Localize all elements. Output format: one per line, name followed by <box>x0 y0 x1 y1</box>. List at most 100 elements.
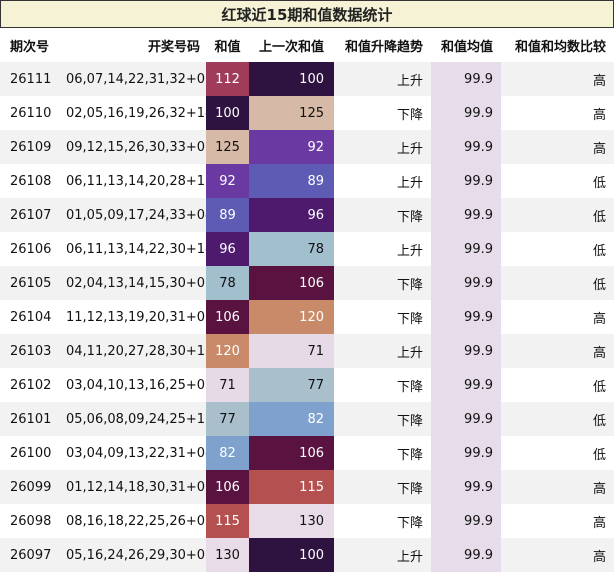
cell-trend: 下降 <box>334 368 431 402</box>
cell-avg: 99.9 <box>431 266 501 300</box>
cell-numbers: 04,11,20,27,28,30+15 <box>60 334 206 368</box>
header-prev-sum[interactable]: 上一次和值 <box>249 28 334 62</box>
cell-prev-sum: 71 <box>249 334 334 368</box>
cell-prev-sum: 82 <box>249 402 334 436</box>
table-row[interactable]: 26103 04,11,20,27,28,30+15 120 71 上升 99.9 高 <box>0 334 614 368</box>
cell-avg: 99.9 <box>431 198 501 232</box>
cell-sum: 71 <box>206 368 249 402</box>
cell-trend: 下降 <box>334 436 431 470</box>
table-body: 26111 06,07,14,22,31,32+05 112 100 上升 99.9 高 26… <box>0 62 614 572</box>
cell-sum: 120 <box>206 334 249 368</box>
cell-compare: 高 <box>501 504 614 538</box>
header-avg[interactable]: 和值均值 <box>431 28 501 62</box>
table-row[interactable]: 26101 05,06,08,09,24,25+12 77 82 下降 99.9 低 <box>0 402 614 436</box>
table-row[interactable]: 26102 03,04,10,13,16,25+09 71 77 下降 99.9 低 <box>0 368 614 402</box>
table-row[interactable]: 26100 03,04,09,13,22,31+04 82 106 下降 99.9 低 <box>0 436 614 470</box>
cell-trend: 下降 <box>334 402 431 436</box>
cell-avg: 99.9 <box>431 334 501 368</box>
cell-sum: 125 <box>206 130 249 164</box>
cell-prev-sum: 92 <box>249 130 334 164</box>
cell-numbers: 02,05,16,19,26,32+14 <box>60 96 206 130</box>
cell-sum: 82 <box>206 436 249 470</box>
cell-compare: 低 <box>501 164 614 198</box>
cell-compare: 低 <box>501 436 614 470</box>
cell-sum: 130 <box>206 538 249 572</box>
cell-numbers: 01,12,14,18,30,31+02 <box>60 470 206 504</box>
cell-compare: 高 <box>501 62 614 96</box>
table-row[interactable]: 26111 06,07,14,22,31,32+05 112 100 上升 99.9 高 <box>0 62 614 96</box>
cell-issue: 26105 <box>0 266 60 300</box>
cell-compare: 低 <box>501 402 614 436</box>
cell-trend: 上升 <box>334 232 431 266</box>
cell-compare: 低 <box>501 232 614 266</box>
cell-compare: 高 <box>501 470 614 504</box>
table-row[interactable]: 26104 11,12,13,19,20,31+03 106 120 下降 99.9 高 <box>0 300 614 334</box>
header-numbers[interactable]: 开奖号码 <box>60 28 206 62</box>
cell-trend: 上升 <box>334 164 431 198</box>
cell-numbers: 03,04,10,13,16,25+09 <box>60 368 206 402</box>
cell-avg: 99.9 <box>431 164 501 198</box>
cell-numbers: 02,04,13,14,15,30+08 <box>60 266 206 300</box>
table-row[interactable]: 26109 09,12,15,26,30,33+06 125 92 上升 99.9 高 <box>0 130 614 164</box>
cell-sum: 112 <box>206 62 249 96</box>
cell-numbers: 06,07,14,22,31,32+05 <box>60 62 206 96</box>
cell-prev-sum: 89 <box>249 164 334 198</box>
cell-trend: 上升 <box>334 130 431 164</box>
cell-issue: 26111 <box>0 62 60 96</box>
cell-trend: 下降 <box>334 470 431 504</box>
cell-issue: 26107 <box>0 198 60 232</box>
table-row[interactable]: 26097 05,16,24,26,29,30+02 130 100 上升 99.9 高 <box>0 538 614 572</box>
cell-issue: 26104 <box>0 300 60 334</box>
table-row[interactable]: 26107 01,05,09,17,24,33+04 89 96 下降 99.9 低 <box>0 198 614 232</box>
cell-trend: 上升 <box>334 538 431 572</box>
table-row[interactable]: 26108 06,11,13,14,20,28+16 92 89 上升 99.9 低 <box>0 164 614 198</box>
cell-prev-sum: 96 <box>249 198 334 232</box>
cell-compare: 高 <box>501 300 614 334</box>
cell-numbers: 05,16,24,26,29,30+02 <box>60 538 206 572</box>
cell-prev-sum: 100 <box>249 538 334 572</box>
cell-avg: 99.9 <box>431 96 501 130</box>
cell-trend: 上升 <box>334 62 431 96</box>
table-row[interactable]: 26110 02,05,16,19,26,32+14 100 125 下降 99.9 高 <box>0 96 614 130</box>
cell-issue: 26098 <box>0 504 60 538</box>
cell-issue: 26102 <box>0 368 60 402</box>
header-sum[interactable]: 和值 <box>206 28 249 62</box>
cell-prev-sum: 125 <box>249 96 334 130</box>
cell-avg: 99.9 <box>431 504 501 538</box>
cell-avg: 99.9 <box>431 436 501 470</box>
cell-trend: 下降 <box>334 300 431 334</box>
cell-numbers: 05,06,08,09,24,25+12 <box>60 402 206 436</box>
table-row[interactable]: 26099 01,12,14,18,30,31+02 106 115 下降 99.9 高 <box>0 470 614 504</box>
cell-sum: 115 <box>206 504 249 538</box>
cell-issue: 26099 <box>0 470 60 504</box>
table-row[interactable]: 26106 06,11,13,14,22,30+14 96 78 上升 99.9 低 <box>0 232 614 266</box>
cell-sum: 77 <box>206 402 249 436</box>
cell-prev-sum: 78 <box>249 232 334 266</box>
cell-avg: 99.9 <box>431 62 501 96</box>
cell-issue: 26108 <box>0 164 60 198</box>
cell-prev-sum: 106 <box>249 436 334 470</box>
header-compare[interactable]: 和值和均数比较 <box>501 28 614 62</box>
cell-compare: 低 <box>501 198 614 232</box>
header-trend[interactable]: 和值升降趋势 <box>334 28 431 62</box>
cell-sum: 100 <box>206 96 249 130</box>
header-issue[interactable]: 期次号 <box>0 28 60 62</box>
cell-compare: 高 <box>501 96 614 130</box>
cell-sum: 92 <box>206 164 249 198</box>
cell-issue: 26110 <box>0 96 60 130</box>
cell-prev-sum: 106 <box>249 266 334 300</box>
cell-issue: 26109 <box>0 130 60 164</box>
cell-numbers: 08,16,18,22,25,26+07 <box>60 504 206 538</box>
cell-sum: 106 <box>206 300 249 334</box>
cell-sum: 89 <box>206 198 249 232</box>
cell-avg: 99.9 <box>431 130 501 164</box>
cell-numbers: 01,05,09,17,24,33+04 <box>60 198 206 232</box>
table-row[interactable]: 26098 08,16,18,22,25,26+07 115 130 下降 99.9 高 <box>0 504 614 538</box>
cell-prev-sum: 77 <box>249 368 334 402</box>
cell-compare: 高 <box>501 130 614 164</box>
table-row[interactable]: 26105 02,04,13,14,15,30+08 78 106 下降 99.9 低 <box>0 266 614 300</box>
cell-issue: 26097 <box>0 538 60 572</box>
page-title: 红球近15期和值数据统计 <box>0 0 614 28</box>
cell-avg: 99.9 <box>431 368 501 402</box>
cell-avg: 99.9 <box>431 538 501 572</box>
